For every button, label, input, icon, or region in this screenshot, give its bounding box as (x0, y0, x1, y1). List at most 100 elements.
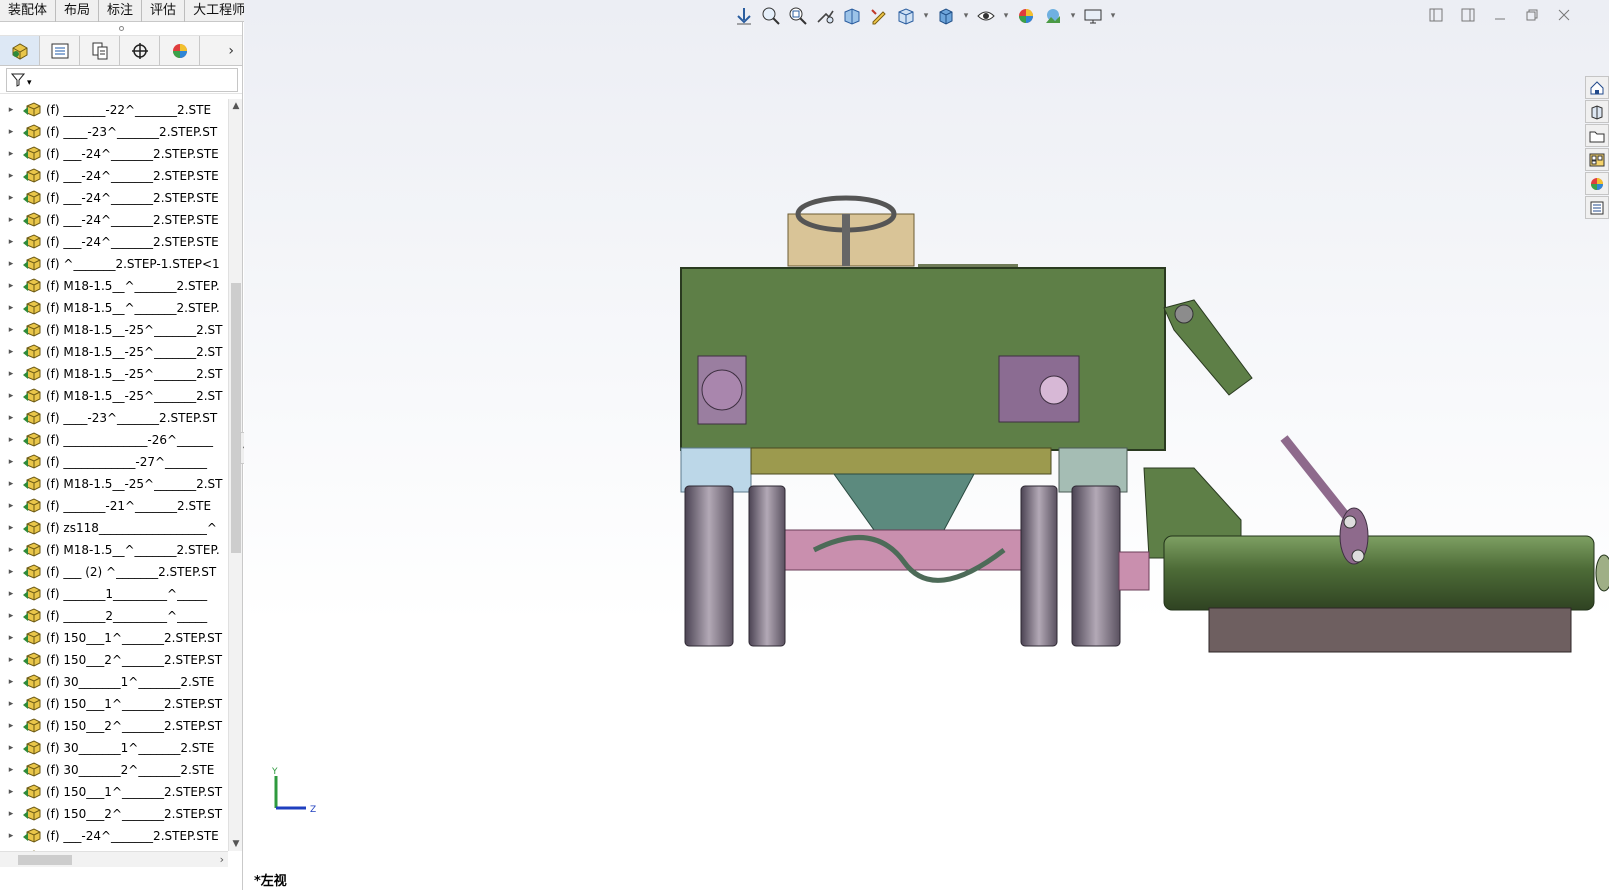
expand-arrow-icon[interactable]: ▸ (0, 149, 22, 159)
tree-item[interactable]: ▸ (f) _______-21^_______2.STE (0, 495, 228, 517)
expand-arrow-icon[interactable]: ▸ (0, 567, 22, 577)
minimize-button[interactable] (1491, 6, 1509, 24)
tab-0[interactable]: 装配体 (0, 0, 57, 22)
tree-item[interactable]: ▸ (f) M18-1.5__^_______2.STEP. (0, 275, 228, 297)
tree-item[interactable]: ▸ (f) M18-1.5__-25^_______2.ST (0, 319, 228, 341)
tree-item[interactable]: ▸ (f) ___-24^_______2.STEP.STE (0, 209, 228, 231)
tab-dimxpert[interactable] (120, 36, 160, 65)
tree-item[interactable]: ▸ (f) _______2_________^_____ (0, 605, 228, 627)
apply-scene-button[interactable] (1041, 4, 1065, 28)
display-style-button[interactable] (934, 4, 958, 28)
view-settings-button[interactable] (1081, 4, 1105, 28)
task-pane-home[interactable] (1585, 76, 1609, 99)
previous-view-button[interactable] (813, 4, 837, 28)
expand-arrow-icon[interactable]: ▸ (0, 611, 22, 621)
tree-item[interactable]: ▸ (f) ___-24^_______2.STEP.STE (0, 825, 228, 847)
graphics-area[interactable]: ▾ ▾ ▾ ▾ ▾ Y Z (244, 0, 1609, 890)
expand-arrow-icon[interactable]: ▸ (0, 655, 22, 665)
tree-item[interactable]: ▸ (f) ^_______2.STEP-1.STEP<1 (0, 253, 228, 275)
expand-arrow-icon[interactable]: ▸ (0, 325, 22, 335)
expand-arrow-icon[interactable]: ▸ (0, 809, 22, 819)
tree-item[interactable]: ▸ (f) _______-22^_______2.STE (0, 99, 228, 121)
expand-arrow-icon[interactable]: ▸ (0, 523, 22, 533)
apply-scene-dropdown[interactable]: ▾ (1068, 4, 1078, 28)
tree-item[interactable]: ▸ (f) 30_______1^_______2.STE (0, 737, 228, 759)
tab-1[interactable]: 布局 (56, 0, 100, 22)
expand-arrow-icon[interactable]: ▸ (0, 281, 22, 291)
expand-arrow-icon[interactable]: ▸ (0, 457, 22, 467)
section-view-button[interactable] (840, 4, 864, 28)
tab-2[interactable]: 标注 (99, 0, 143, 22)
tree-item[interactable]: ▸ (f) M18-1.5__^_______2.STEP. (0, 297, 228, 319)
expand-arrow-icon[interactable]: ▸ (0, 677, 22, 687)
tree-filter-input[interactable]: ▾ (6, 67, 238, 92)
expand-arrow-icon[interactable]: ▸ (0, 545, 22, 555)
tab-3[interactable]: 评估 (142, 0, 186, 22)
expand-arrow-icon[interactable]: ▸ (0, 215, 22, 225)
cad-model-left-view[interactable] (674, 190, 1609, 670)
expand-arrow-icon[interactable]: ▸ (0, 765, 22, 775)
expand-arrow-icon[interactable]: ▸ (0, 259, 22, 269)
scroll-down-icon[interactable]: ▼ (229, 837, 243, 851)
view-cube-dropdown[interactable]: ▾ (921, 4, 931, 28)
tree-item[interactable]: ▸ (f) 150___1^_______2.STEP.ST (0, 781, 228, 803)
scroll-right-icon[interactable]: › (220, 852, 224, 868)
expand-arrow-icon[interactable]: ▸ (0, 699, 22, 709)
expand-arrow-icon[interactable]: ▸ (0, 347, 22, 357)
expand-arrow-icon[interactable]: ▸ (0, 413, 22, 423)
tree-horizontal-scrollbar[interactable]: › (0, 851, 228, 867)
task-pane-file-explorer[interactable] (1585, 124, 1609, 147)
panel-grip[interactable] (0, 22, 242, 36)
expand-arrow-icon[interactable]: ▸ (0, 105, 22, 115)
tree-item[interactable]: ▸ (f) M18-1.5__-25^_______2.ST (0, 341, 228, 363)
tile-left-button[interactable] (1427, 6, 1445, 24)
tree-item[interactable]: ▸ (f) ___-24^_______2.STEP.STE (0, 187, 228, 209)
filter-dropdown-icon[interactable]: ▾ (27, 78, 32, 88)
hide-show-dropdown[interactable]: ▾ (1001, 4, 1011, 28)
tree-item[interactable]: ▸ (f) 150___1^_______2.STEP.ST (0, 627, 228, 649)
expand-arrow-icon[interactable]: ▸ (0, 369, 22, 379)
tree-item[interactable]: ▸ (f) ___ (2) ^_______2.STEP.ST (0, 561, 228, 583)
task-pane-design-library[interactable] (1585, 100, 1609, 123)
tree-item[interactable]: ▸ (f) 150___1^_______2.STEP.ST (0, 693, 228, 715)
expand-arrow-icon[interactable]: ▸ (0, 743, 22, 753)
tree-item[interactable]: ▸ (f) 30_______1^_______2.STE (0, 671, 228, 693)
expand-arrow-icon[interactable]: ▸ (0, 171, 22, 181)
tree-item[interactable]: ▸ (f) _______1_________^_____ (0, 583, 228, 605)
tree-item[interactable]: ▸ (f) 150___2^_______2.STEP.ST (0, 803, 228, 825)
tree-item[interactable]: ▸ (f) 150___2^_______2.STEP.ST (0, 649, 228, 671)
tree-item[interactable]: ▸ (f) 150___2^_______2.STEP.ST (0, 715, 228, 737)
expand-arrow-icon[interactable]: ▸ (0, 479, 22, 489)
scroll-up-icon[interactable]: ▲ (229, 99, 243, 113)
view-cube-button[interactable] (894, 4, 918, 28)
expand-arrow-icon[interactable]: ▸ (0, 589, 22, 599)
close-button[interactable] (1555, 6, 1573, 24)
tree-item[interactable]: ▸ (f) M18-1.5__-25^_______2.ST (0, 363, 228, 385)
view-settings-dropdown[interactable]: ▾ (1108, 4, 1118, 28)
tab-display-manager[interactable] (160, 36, 200, 65)
tree-vertical-scrollbar[interactable]: ▲ ▼ (228, 99, 242, 851)
expand-arrow-icon[interactable]: ▸ (0, 501, 22, 511)
tree-item[interactable]: ▸ (f) M18-1.5__^_______2.STEP. (0, 539, 228, 561)
dynamic-annotation-button[interactable] (867, 4, 891, 28)
h-scroll-thumb[interactable] (18, 855, 72, 865)
view-orientation-button[interactable] (732, 4, 756, 28)
restore-button[interactable] (1523, 6, 1541, 24)
zoom-to-area-button[interactable] (786, 4, 810, 28)
expand-arrow-icon[interactable]: ▸ (0, 435, 22, 445)
expand-arrow-icon[interactable]: ▸ (0, 303, 22, 313)
expand-arrow-icon[interactable]: ▸ (0, 721, 22, 731)
tab-feature-manager[interactable] (0, 36, 40, 65)
tree-item[interactable]: ▸ (f) M18-1.5__-25^_______2.ST (0, 385, 228, 407)
expand-arrow-icon[interactable]: ▸ (0, 391, 22, 401)
edit-appearance-button[interactable] (1014, 4, 1038, 28)
tree-item[interactable]: ▸ (f) 30_______2^_______2.STE (0, 759, 228, 781)
scroll-thumb[interactable] (231, 283, 241, 553)
tree-item[interactable]: ▸ (f) ____________-27^_______ (0, 451, 228, 473)
expand-arrow-icon[interactable]: ▸ (0, 787, 22, 797)
tree-item[interactable]: ▸ (f) M18-1.5__-25^_______2.ST (0, 473, 228, 495)
zoom-to-fit-button[interactable] (759, 4, 783, 28)
expand-arrow-icon[interactable]: ▸ (0, 831, 22, 841)
tree-item[interactable]: ▸ (f) ____-23^_______2.STEP.ST (0, 407, 228, 429)
more-tabs-arrow[interactable]: › (200, 36, 242, 65)
